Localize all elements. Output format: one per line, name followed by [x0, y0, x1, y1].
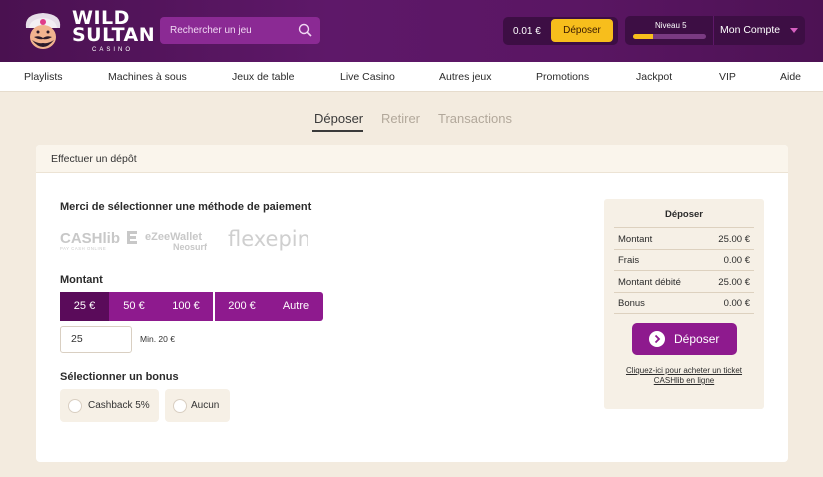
- level-progress-fill: [633, 34, 654, 39]
- level-progress-bar: [633, 34, 706, 39]
- summary-divider: [614, 227, 754, 228]
- summary-row-label: Frais: [618, 255, 640, 266]
- logo-text: WILD SULTAN: [72, 9, 156, 46]
- nav-item-jackpot[interactable]: Jackpot: [636, 71, 672, 83]
- nav-item-promotions[interactable]: Promotions: [536, 71, 589, 83]
- summary-row-value: 25.00 €: [718, 277, 750, 288]
- logo-subtitle: CASINO: [92, 47, 134, 53]
- amount-title: Montant: [60, 274, 103, 286]
- cashlib-logo-text: CASHlib: [60, 230, 120, 247]
- nav-item-autres-jeux[interactable]: Autres jeux: [439, 71, 492, 83]
- sultan-logo-icon: [25, 13, 61, 49]
- bonus-option-label: Aucun: [191, 400, 220, 411]
- payment-method-title: Merci de sélectionner une méthode de pai…: [60, 201, 312, 213]
- bonus-option-none[interactable]: Aucun: [165, 389, 230, 422]
- summary-title: Déposer: [664, 209, 703, 220]
- logo-line2: SULTAN: [72, 24, 156, 46]
- logo[interactable]: WILD SULTAN CASINO: [20, 6, 155, 56]
- summary-row-value: 0.00 €: [723, 255, 750, 266]
- nav-item-vip[interactable]: VIP: [719, 71, 736, 83]
- summary-divider: [614, 249, 754, 250]
- nav-item-playlists[interactable]: Playlists: [24, 71, 63, 83]
- summary-row-value: 25.00 €: [718, 234, 750, 245]
- summary-divider: [614, 270, 754, 271]
- search-icon[interactable]: [298, 23, 312, 37]
- account-button[interactable]: Mon Compte: [720, 24, 780, 36]
- arrow-right-circle-icon: [649, 331, 665, 347]
- amount-option-other[interactable]: Autre: [269, 292, 323, 321]
- amount-input[interactable]: 25: [60, 326, 132, 353]
- cashlib-buy-link[interactable]: Cliquez-ici pour acheter un ticket CASHl…: [614, 366, 754, 386]
- summary-divider: [614, 292, 754, 293]
- flexepin-logo-icon: flexepin: [228, 227, 311, 251]
- amount-option-25[interactable]: 25 €: [60, 292, 109, 321]
- tab-retirer[interactable]: Retirer: [381, 111, 420, 126]
- account-divider: [713, 16, 714, 45]
- tab-deposer[interactable]: Déposer: [314, 111, 363, 126]
- bonus-option-label: Cashback 5%: [88, 400, 150, 411]
- tab-transactions[interactable]: Transactions: [438, 111, 512, 126]
- summary-row-value: 0.00 €: [723, 298, 750, 309]
- card-title: Effectuer un dépôt: [51, 153, 137, 165]
- summary-row-label: Montant: [618, 234, 653, 245]
- ezeewallet-logo-icon: eZeeWallet Neosurf: [127, 231, 208, 252]
- summary-row-label: Bonus: [618, 298, 645, 309]
- amount-option-100[interactable]: 100 €: [159, 292, 213, 321]
- flexepin-logo-text: flexepin: [228, 227, 308, 251]
- radio-icon[interactable]: [173, 399, 187, 413]
- deposit-submit-label: Déposer: [674, 332, 720, 346]
- search-input[interactable]: Rechercher un jeu: [160, 17, 320, 44]
- radio-icon[interactable]: [68, 399, 82, 413]
- search-placeholder: Rechercher un jeu: [170, 25, 252, 36]
- cashlib-link-line2: CASHlib en ligne: [653, 376, 715, 385]
- payment-method-ezeewallet[interactable]: eZeeWallet Neosurf: [125, 226, 217, 252]
- balance-value: 0.01 €: [513, 26, 541, 37]
- card-header: [36, 145, 788, 173]
- header-deposit-button[interactable]: Déposer: [551, 19, 613, 42]
- cashlib-link-line1: Cliquez-ici pour acheter un ticket: [625, 366, 743, 375]
- cashlib-logo-subtext: PAY CASH ONLINE: [60, 246, 106, 251]
- main-nav: Playlists Machines à sous Jeux de table …: [0, 62, 823, 92]
- nav-item-live-casino[interactable]: Live Casino: [340, 71, 395, 83]
- payment-method-flexepin[interactable]: flexepin: [228, 223, 311, 253]
- header: WILD SULTAN CASINO Rechercher un jeu 0.0…: [0, 0, 823, 62]
- nav-item-jeux-de-table[interactable]: Jeux de table: [232, 71, 294, 83]
- cashlib-logo-icon: CASHlib PAY CASH ONLINE: [60, 230, 120, 251]
- level-label: Niveau 5: [655, 21, 687, 30]
- bonus-title: Sélectionner un bonus: [60, 371, 179, 383]
- amount-option-50[interactable]: 50 €: [109, 292, 159, 321]
- active-tab-indicator: [312, 130, 363, 132]
- bonus-option-cashback[interactable]: Cashback 5%: [60, 389, 159, 422]
- nav-item-machines-a-sous[interactable]: Machines à sous: [108, 71, 187, 83]
- nav-item-aide[interactable]: Aide: [780, 71, 801, 83]
- payment-method-cashlib[interactable]: CASHlib PAY CASH ONLINE: [60, 227, 120, 251]
- neosurf-logo-text: Neosurf: [173, 242, 208, 252]
- chevron-down-icon[interactable]: [790, 28, 798, 33]
- amount-option-200[interactable]: 200 €: [214, 292, 269, 321]
- summary-row-label: Montant débité: [618, 277, 681, 288]
- min-amount-text: Min. 20 €: [140, 334, 175, 344]
- summary-divider: [614, 313, 754, 314]
